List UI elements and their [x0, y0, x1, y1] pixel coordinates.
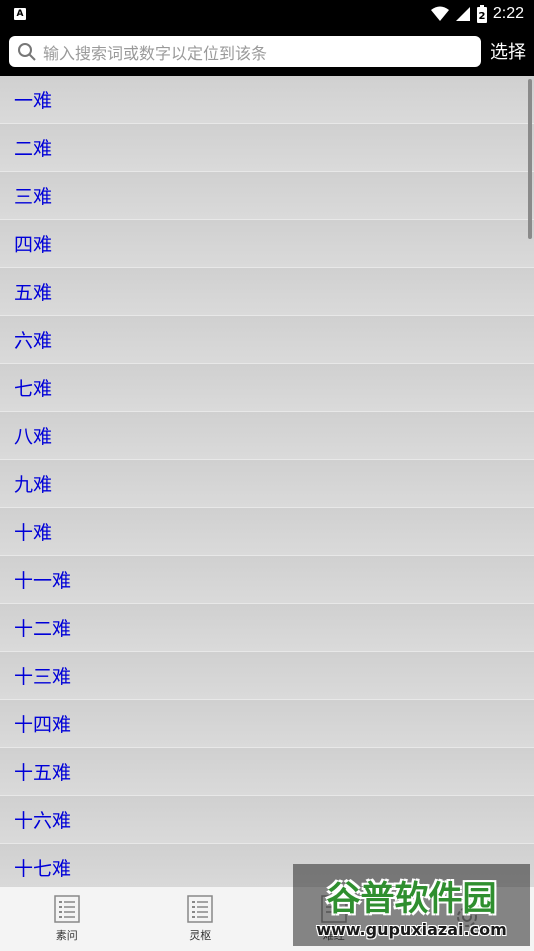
list-item[interactable]: 三难	[0, 172, 534, 220]
list-item[interactable]: 十五难	[0, 748, 534, 796]
list-item-label: 十三难	[14, 662, 71, 689]
list-item[interactable]: 五难	[0, 268, 534, 316]
list-item[interactable]: 六难	[0, 316, 534, 364]
search-placeholder: 输入搜索词或数字以定位到该条	[43, 40, 267, 64]
list-item-label: 四难	[14, 230, 52, 257]
search-input[interactable]: 输入搜索词或数字以定位到该条	[9, 36, 481, 67]
watermark: 谷普软件园 www.gupuxiazai.com	[293, 864, 530, 946]
list-item-label: 六难	[14, 326, 52, 353]
signal-icon	[455, 6, 471, 22]
status-bar: A 2 2:22	[0, 0, 534, 28]
list-item[interactable]: 十一难	[0, 556, 534, 604]
list-icon	[53, 895, 81, 923]
list-item-label: 九难	[14, 470, 52, 497]
list-item[interactable]: 七难	[0, 364, 534, 412]
list-item-label: 十二难	[14, 614, 71, 641]
list-item[interactable]: 一难	[0, 76, 534, 124]
list-item[interactable]: 九难	[0, 460, 534, 508]
list-item-label: 三难	[14, 182, 52, 209]
battery-digit: 2	[478, 11, 485, 22]
list-item-label: 八难	[14, 422, 52, 449]
list-item-label: 十五难	[14, 758, 71, 785]
tab-label: 素问	[56, 927, 78, 943]
notification-icon: A	[14, 8, 26, 20]
list-item-label: 十六难	[14, 806, 71, 833]
list-item[interactable]: 二难	[0, 124, 534, 172]
list-item-label: 一难	[14, 86, 52, 113]
tab-lingshu[interactable]: 灵枢	[134, 887, 268, 951]
list-item-label: 七难	[14, 374, 52, 401]
list-item-label: 十一难	[14, 566, 71, 593]
list-scrollbar[interactable]	[528, 79, 532, 239]
list-item[interactable]: 十难	[0, 508, 534, 556]
watermark-url: www.gupuxiazai.com	[316, 920, 507, 939]
list-item-label: 二难	[14, 134, 52, 161]
battery-icon: 2	[477, 5, 487, 23]
list-item[interactable]: 十四难	[0, 700, 534, 748]
list-icon	[186, 895, 214, 923]
tab-suwen[interactable]: 素问	[0, 887, 134, 951]
search-icon	[17, 42, 37, 62]
list-item[interactable]: 十二难	[0, 604, 534, 652]
chapter-list: 一难 二难 三难 四难 五难 六难 七难 八难 九难 十难 十一难 十二难 十三…	[0, 76, 534, 886]
list-item-label: 十难	[14, 518, 52, 545]
tab-label: 灵枢	[189, 927, 211, 943]
select-button[interactable]: 选择	[490, 38, 526, 64]
list-item-label: 五难	[14, 278, 52, 305]
list-item[interactable]: 十六难	[0, 796, 534, 844]
list-item[interactable]: 四难	[0, 220, 534, 268]
status-right: 2 2:22	[431, 5, 524, 23]
list-item-label: 十四难	[14, 710, 71, 737]
watermark-logo: 谷普软件园	[327, 871, 497, 920]
list-item[interactable]: 八难	[0, 412, 534, 460]
list-item[interactable]: 十三难	[0, 652, 534, 700]
wifi-icon	[431, 6, 449, 22]
search-bar: 输入搜索词或数字以定位到该条 选择	[0, 28, 534, 76]
list-item-label: 十七难	[14, 854, 71, 881]
clock: 2:22	[493, 5, 524, 23]
